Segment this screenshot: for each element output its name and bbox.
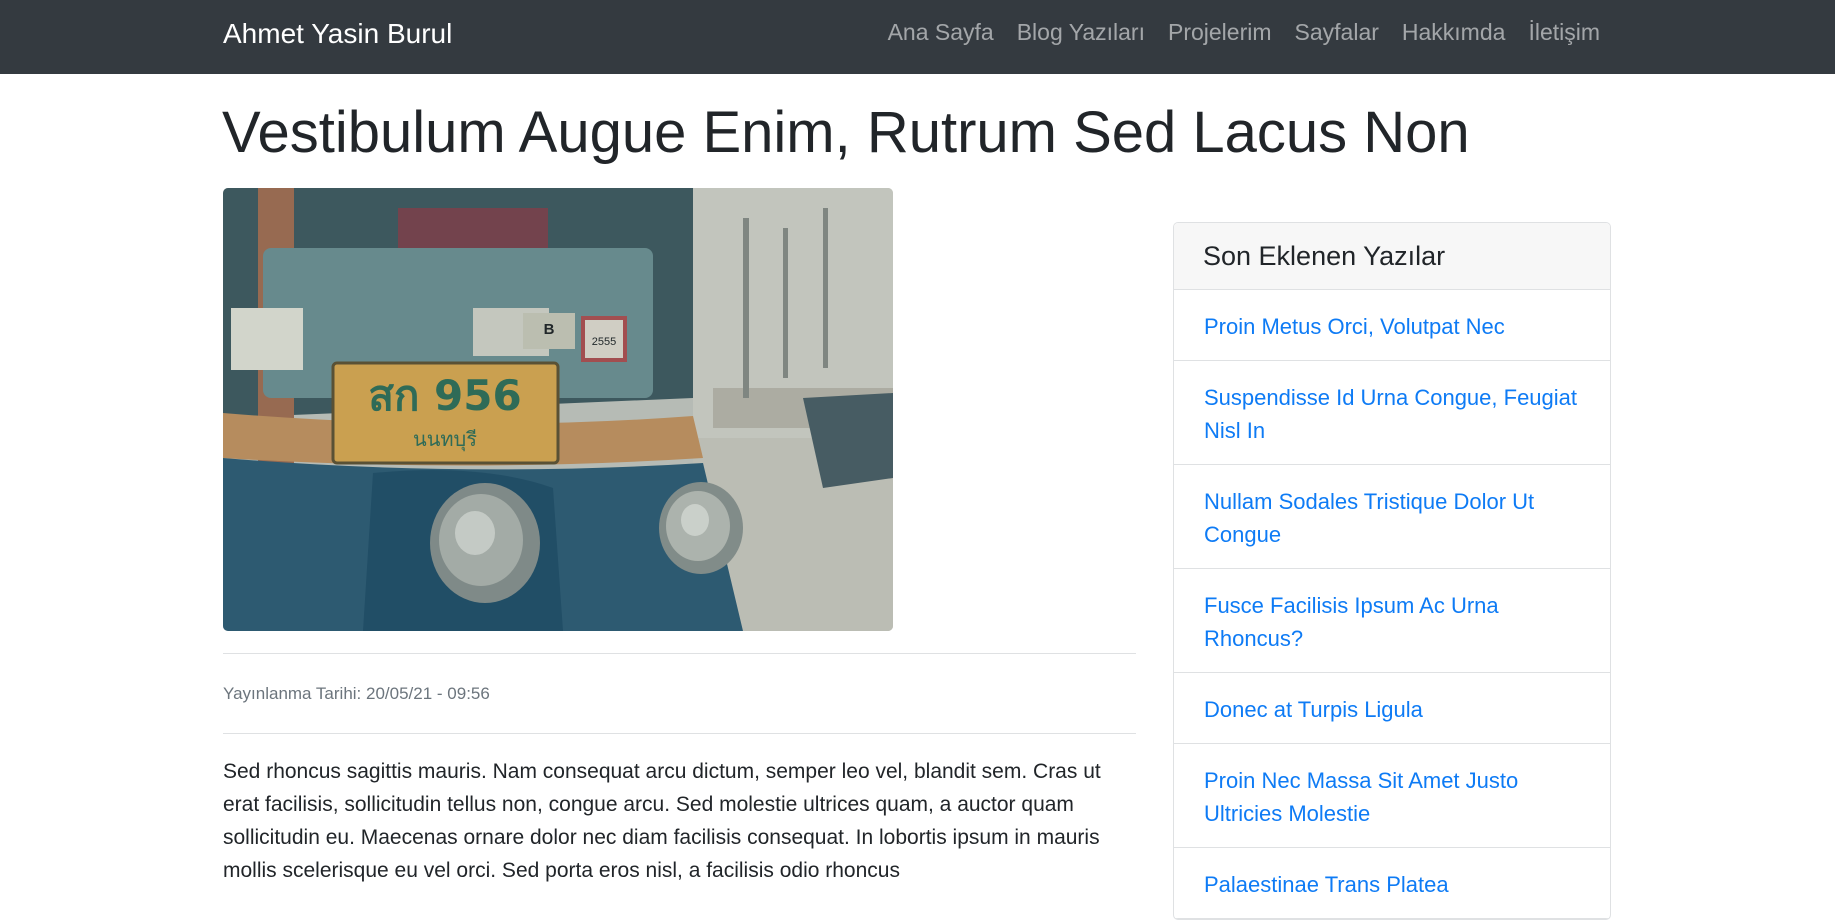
nav-item-contact: İletişim — [1528, 19, 1600, 46]
recent-post-link[interactable]: Fusce Facilisis Ipsum Ac Urna Rhoncus? — [1204, 593, 1499, 651]
divider-bottom — [223, 733, 1136, 734]
top-navbar: Ahmet Yasin Burul Ana Sayfa Blog Yazılar… — [0, 0, 1835, 74]
recent-posts-card: Son Eklenen Yazılar Proin Metus Orci, Vo… — [1173, 222, 1611, 920]
list-item: Proin Metus Orci, Volutpat Nec — [1174, 290, 1610, 361]
nav-item-home: Ana Sayfa — [888, 19, 994, 46]
site-brand[interactable]: Ahmet Yasin Burul — [223, 18, 452, 50]
list-item: Palaestinae Trans Platea — [1174, 848, 1610, 919]
list-item: Nullam Sodales Tristique Dolor Ut Congue — [1174, 465, 1610, 569]
recent-post-link[interactable]: Donec at Turpis Ligula — [1204, 697, 1423, 722]
tuk-tuk-photo: B 2555 สก 956 นนทบุรี — [223, 188, 893, 631]
post-image: B 2555 สก 956 นนทบุรี — [223, 188, 893, 631]
nav-link-home[interactable]: Ana Sayfa — [888, 19, 994, 45]
recent-post-link[interactable]: Palaestinae Trans Platea — [1204, 872, 1449, 897]
nav-link-pages[interactable]: Sayfalar — [1295, 19, 1379, 45]
recent-post-link[interactable]: Proin Metus Orci, Volutpat Nec — [1204, 314, 1505, 339]
post-title: Vestibulum Augue Enim, Rutrum Sed Lacus … — [222, 100, 1470, 165]
list-item: Fusce Facilisis Ipsum Ac Urna Rhoncus? — [1174, 569, 1610, 673]
nav-item-blog: Blog Yazıları — [1017, 19, 1145, 46]
nav-link-contact[interactable]: İletişim — [1528, 19, 1600, 45]
nav-item-about: Hakkımda — [1402, 19, 1506, 46]
nav-menu: Ana Sayfa Blog Yazıları Projelerim Sayfa… — [888, 19, 1600, 46]
nav-link-about[interactable]: Hakkımda — [1402, 19, 1506, 45]
post-body: Sed rhoncus sagittis mauris. Nam consequ… — [223, 760, 1101, 882]
nav-link-blog[interactable]: Blog Yazıları — [1017, 19, 1145, 45]
recent-posts-title: Son Eklenen Yazılar — [1174, 223, 1610, 290]
recent-post-link[interactable]: Suspendisse Id Urna Congue, Feugiat Nisl… — [1204, 385, 1577, 443]
list-item: Suspendisse Id Urna Congue, Feugiat Nisl… — [1174, 361, 1610, 465]
recent-post-link[interactable]: Nullam Sodales Tristique Dolor Ut Congue — [1204, 489, 1534, 547]
publish-date: Yayınlanma Tarihi: 20/05/21 - 09:56 — [223, 684, 490, 703]
nav-item-projects: Projelerim — [1168, 19, 1272, 46]
nav-link-projects[interactable]: Projelerim — [1168, 19, 1272, 45]
list-item: Proin Nec Massa Sit Amet Justo Ultricies… — [1174, 744, 1610, 848]
divider-top — [223, 653, 1136, 654]
list-item: Donec at Turpis Ligula — [1174, 673, 1610, 744]
recent-post-link[interactable]: Proin Nec Massa Sit Amet Justo Ultricies… — [1204, 768, 1518, 826]
nav-item-pages: Sayfalar — [1295, 19, 1379, 46]
